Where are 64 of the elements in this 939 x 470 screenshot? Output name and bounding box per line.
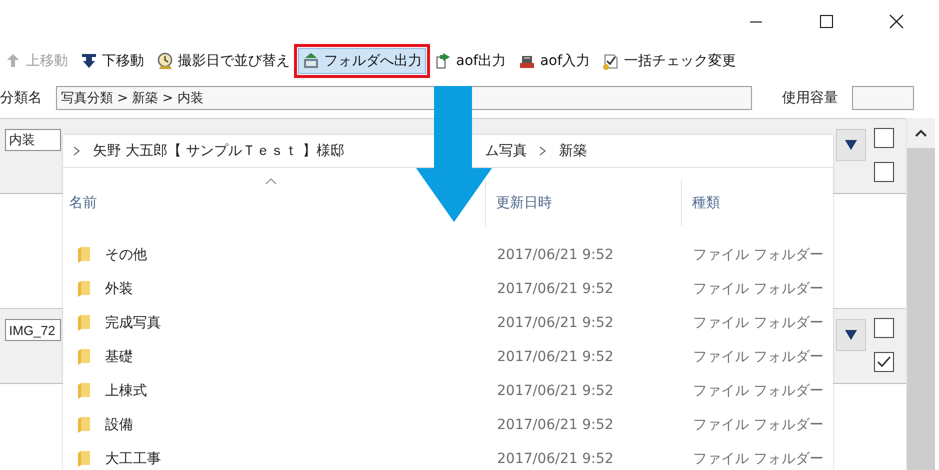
checkbox[interactable]: [874, 352, 894, 372]
check-icon: [877, 356, 891, 368]
breadcrumb-item[interactable]: 矢野 大五郎【 サンプルＴｅｓｔ 】様邸: [93, 142, 344, 160]
dropdown-button[interactable]: [836, 319, 866, 351]
folder-icon: [77, 314, 91, 332]
breadcrumb-item[interactable]: 新築: [559, 142, 587, 160]
sort-caret-icon: [265, 178, 277, 185]
folder-icon: [77, 246, 91, 264]
toolbar-button[interactable]: aof入力: [514, 48, 594, 74]
file-name[interactable]: 上棟式: [105, 382, 147, 400]
column-header[interactable]: 更新日時: [496, 194, 552, 212]
file-name[interactable]: 外装: [105, 280, 133, 298]
field-label: 分類名: [0, 89, 42, 107]
toolbar-button[interactable]: 下移動: [76, 48, 148, 74]
folder-icon: [77, 416, 91, 434]
toolbar-button[interactable]: aof出力: [430, 48, 510, 74]
modified-date: 2017/06/21 9:52: [496, 315, 615, 331]
file-type: ファイル フォルダー: [692, 314, 824, 332]
category-field[interactable]: 写真分類 > 新築 > 内装: [56, 86, 752, 110]
modified-date: 2017/06/21 9:52: [496, 247, 615, 263]
checkbox[interactable]: [874, 162, 894, 182]
text-field[interactable]: 内装: [5, 129, 61, 151]
modified-date: 2017/06/21 9:52: [496, 417, 615, 433]
checklist-icon: [602, 52, 620, 70]
scrollbar[interactable]: [906, 118, 935, 470]
modified-date: 2017/06/21 9:52: [496, 349, 615, 365]
file-type: ファイル フォルダー: [692, 416, 824, 434]
field-label: 使用容量: [782, 89, 838, 107]
toolbar-button[interactable]: 一括チェック変更: [598, 48, 740, 74]
checkbox[interactable]: [874, 318, 894, 338]
folder-icon: [77, 382, 91, 400]
column-header[interactable]: 種類: [692, 194, 720, 212]
folder-icon: [77, 348, 91, 366]
file-type: ファイル フォルダー: [692, 382, 824, 400]
dropdown-button[interactable]: [836, 129, 866, 161]
caret-icon: [845, 140, 857, 150]
chevron-icon: [73, 146, 81, 156]
file-type: ファイル フォルダー: [692, 348, 824, 366]
file-type: ファイル フォルダー: [692, 246, 824, 264]
chevron-icon: [539, 146, 547, 156]
file-name[interactable]: 大工工事: [105, 450, 161, 468]
breadcrumb-item[interactable]: ム写真: [485, 142, 527, 160]
text-field[interactable]: IMG_72: [5, 319, 61, 341]
toolbar-button[interactable]: 撮影日で並び替え: [152, 48, 294, 74]
checkbox[interactable]: [874, 128, 894, 148]
clock-icon: [156, 52, 174, 70]
scroll-up-icon[interactable]: [915, 129, 927, 137]
modified-date: 2017/06/21 9:52: [496, 383, 615, 399]
usage-field: [852, 86, 914, 110]
down-arrow-icon: [80, 52, 98, 70]
file-name[interactable]: 基礎: [105, 348, 133, 366]
modified-date: 2017/06/21 9:52: [496, 281, 615, 297]
file-name[interactable]: 完成写真: [105, 314, 161, 332]
file-type: ファイル フォルダー: [692, 280, 824, 298]
folder-icon: [77, 450, 91, 468]
file-type: ファイル フォルダー: [692, 450, 824, 468]
file-name[interactable]: その他: [105, 246, 147, 264]
column-header[interactable]: 名前: [69, 194, 97, 212]
folder-icon: [77, 280, 91, 298]
caret-icon: [845, 330, 857, 340]
document-export-icon: [434, 52, 452, 70]
folder-export-icon: [302, 52, 320, 70]
modified-date: 2017/06/21 9:52: [496, 451, 615, 467]
file-name[interactable]: 設備: [105, 416, 133, 434]
